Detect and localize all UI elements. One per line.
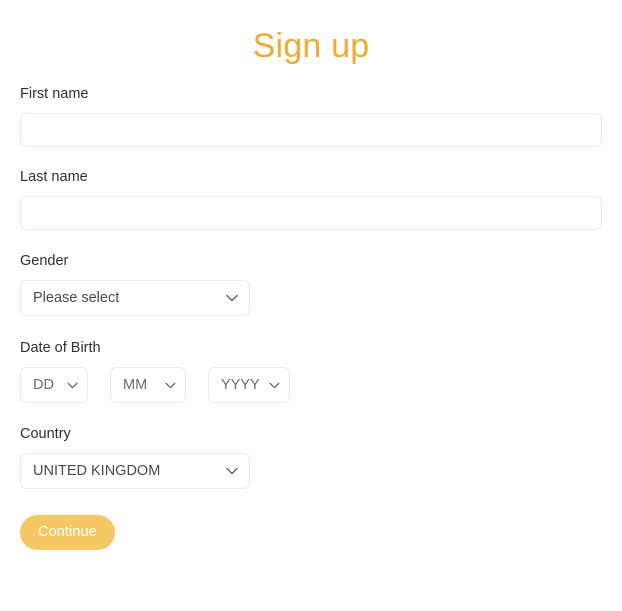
continue-button[interactable]: Continue bbox=[20, 515, 115, 550]
dob-year-select[interactable]: YYYY bbox=[208, 367, 290, 403]
dob-day-select[interactable]: DD bbox=[20, 367, 88, 403]
dob-month-select[interactable]: MM bbox=[110, 367, 186, 403]
country-selected-value: UNITED KINGDOM bbox=[33, 463, 161, 479]
page-title: Sign up bbox=[252, 27, 370, 65]
country-select[interactable]: UNITED KINGDOM bbox=[20, 453, 250, 489]
field-group-first-name: First name bbox=[20, 85, 602, 147]
signup-page: Sign up First name Last name Gender Plea… bbox=[0, 0, 622, 611]
field-group-date-of-birth: Date of Birth DD MM YYYY bbox=[20, 339, 602, 403]
gender-select[interactable]: Please select bbox=[20, 280, 250, 316]
field-group-gender: Gender Please select bbox=[20, 252, 602, 316]
gender-label: Gender bbox=[20, 253, 69, 269]
date-of-birth-row: DD MM YYYY bbox=[20, 367, 602, 403]
last-name-input[interactable] bbox=[20, 196, 602, 230]
field-group-country: Country UNITED KINGDOM bbox=[20, 425, 602, 489]
submit-row: Continue bbox=[20, 515, 602, 550]
last-name-label: Last name bbox=[20, 169, 88, 185]
dob-year-selected-value: YYYY bbox=[221, 377, 260, 393]
signup-form: First name Last name Gender Please selec… bbox=[0, 85, 622, 550]
date-of-birth-label: Date of Birth bbox=[20, 340, 101, 356]
country-label: Country bbox=[20, 426, 71, 442]
dob-month-selected-value: MM bbox=[123, 377, 148, 393]
first-name-input[interactable] bbox=[20, 113, 602, 147]
first-name-label: First name bbox=[20, 86, 89, 102]
field-group-last-name: Last name bbox=[20, 168, 602, 230]
gender-selected-value: Please select bbox=[33, 290, 120, 306]
dob-day-selected-value: DD bbox=[33, 377, 54, 393]
